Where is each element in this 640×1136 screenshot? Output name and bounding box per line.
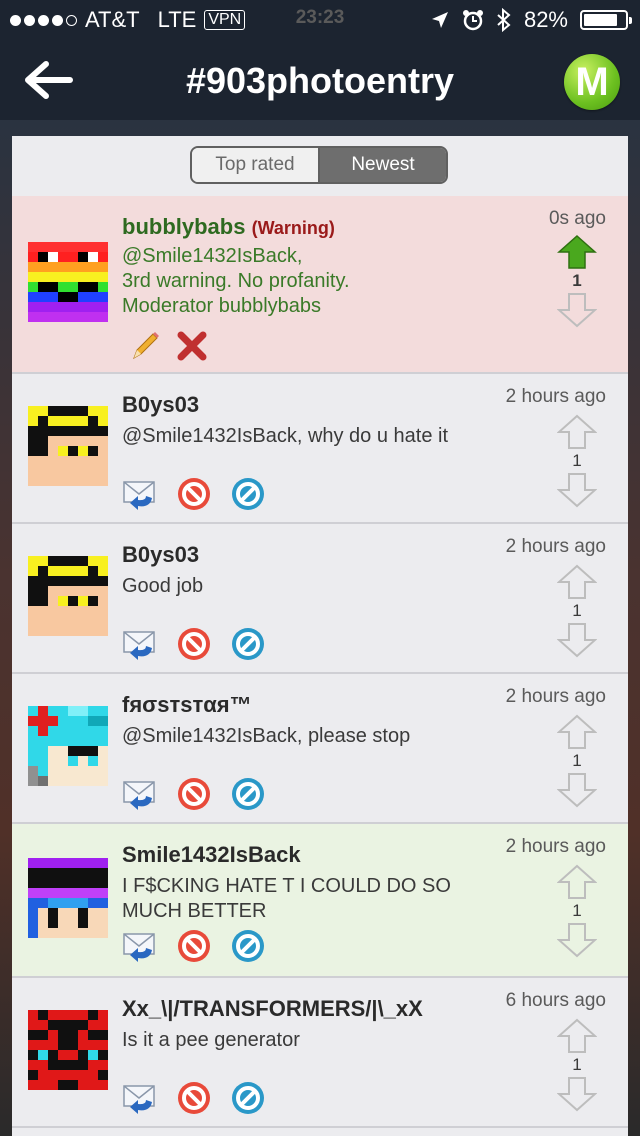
comment-username[interactable]: Xx_\|/TRANSFORMERS/|\_xX: [122, 996, 423, 1022]
page-title: #903photoentry: [185, 60, 455, 101]
comment-timestamp: 2 hours ago: [505, 386, 606, 407]
downvote-icon[interactable]: [556, 922, 598, 958]
report-icon[interactable]: [230, 626, 266, 662]
vote-control: 1: [556, 564, 598, 658]
comment-text: @Smile1432IsBack, 3rd warning. No profan…: [122, 245, 350, 317]
upvote-icon[interactable]: [556, 1018, 598, 1054]
tab-top-rated[interactable]: Top rated: [192, 148, 320, 182]
reply-icon[interactable]: [122, 626, 158, 662]
comment-item: Xx_\|/TRANSFORMERS/|\_xX Is it a pee gen…: [12, 978, 628, 1128]
reply-icon[interactable]: [122, 776, 158, 812]
comment-username[interactable]: Smile1432IsBack: [122, 842, 301, 868]
avatar[interactable]: [28, 858, 108, 938]
bluetooth-icon: [497, 8, 511, 32]
block-user-icon[interactable]: [176, 476, 212, 512]
upvote-icon[interactable]: [556, 864, 598, 900]
avatar[interactable]: [28, 406, 108, 486]
comment-item: Smile1432IsBack I F$CKING HATE T I COULD…: [12, 824, 628, 978]
reply-icon[interactable]: [122, 1080, 158, 1116]
comment-item: bubblybabs (Warning) @Smile1432IsBack, 3…: [12, 196, 628, 374]
avatar[interactable]: [28, 706, 108, 786]
downvote-icon[interactable]: [556, 292, 598, 328]
upvote-icon[interactable]: [556, 414, 598, 450]
app-logo-button[interactable]: M: [564, 54, 620, 110]
vote-count: 1: [572, 601, 582, 620]
comment-username[interactable]: fяσѕтѕтαя™: [122, 692, 252, 718]
comment-username[interactable]: B0ys03: [122, 392, 199, 418]
location-arrow-icon: [431, 12, 448, 28]
comment-item: fяσѕтѕтαя™ @Smile1432IsBack, please stop…: [12, 674, 628, 824]
comment-actions: [122, 476, 266, 512]
block-user-icon[interactable]: [176, 776, 212, 812]
comment-timestamp: 0s ago: [548, 208, 606, 229]
avatar[interactable]: [28, 1010, 108, 1090]
comment-timestamp: 2 hours ago: [505, 836, 606, 857]
block-user-icon[interactable]: [176, 1080, 212, 1116]
downvote-icon[interactable]: [556, 622, 598, 658]
report-icon[interactable]: [230, 928, 266, 964]
alarm-icon: [462, 10, 483, 31]
comment-actions: [122, 1080, 266, 1116]
comment-timestamp: 2 hours ago: [505, 536, 606, 557]
comment-text: Good job: [122, 575, 204, 597]
comment-username[interactable]: B0ys03: [122, 542, 199, 568]
battery-percent: 82%: [523, 7, 568, 32]
comment-timestamp: 2 hours ago: [505, 686, 606, 707]
comments-panel: Top rated Newest bubblybabs (Warning) @S…: [12, 136, 628, 1136]
comment-text: @Smile1432IsBack, why do u hate it: [122, 425, 449, 447]
battery-icon: [580, 10, 632, 30]
comment-username[interactable]: bubblybabs (Warning): [122, 214, 335, 240]
comment-actions: [122, 928, 266, 964]
vote-count: 1: [572, 451, 582, 470]
comment-item: B0ys03 @Smile1432IsBack, why do u hate i…: [12, 374, 628, 524]
comment-actions: [126, 328, 210, 364]
comment-text: Is it a pee generator: [122, 1029, 300, 1051]
report-icon[interactable]: [230, 1080, 266, 1116]
report-icon[interactable]: [230, 776, 266, 812]
vote-control: 1: [556, 1018, 598, 1112]
vote-control: 1: [556, 714, 598, 808]
downvote-icon[interactable]: [556, 1076, 598, 1112]
vote-count: 1: [572, 901, 582, 920]
sort-segmented-control: Top rated Newest: [190, 146, 448, 184]
tab-newest[interactable]: Newest: [320, 148, 446, 182]
comment-text: I F$CKING HATE T I COULD DO SO MUCH BETT…: [122, 875, 451, 922]
block-user-icon[interactable]: [176, 626, 212, 662]
reply-icon[interactable]: [122, 928, 158, 964]
vote-control: 1: [556, 234, 598, 328]
comment-actions: [122, 626, 266, 662]
comment-item: B0ys03 Good job 2 hours ago 1: [12, 524, 628, 674]
vote-control: 1: [556, 864, 598, 958]
upvote-icon[interactable]: [556, 234, 598, 270]
vote-count: 1: [572, 751, 582, 770]
edit-icon[interactable]: [126, 328, 162, 364]
avatar[interactable]: [28, 556, 108, 636]
block-user-icon[interactable]: [176, 928, 212, 964]
downvote-icon[interactable]: [556, 472, 598, 508]
warning-label: (Warning): [251, 218, 335, 238]
upvote-icon[interactable]: [556, 564, 598, 600]
avatar[interactable]: [28, 242, 108, 322]
vote-count: 1: [572, 1055, 582, 1074]
vote-count: 1: [572, 271, 582, 290]
upvote-icon[interactable]: [556, 714, 598, 750]
status-bar: AT&T LTE VPN 23:23 82%: [0, 0, 640, 40]
downvote-icon[interactable]: [556, 772, 598, 808]
delete-icon[interactable]: [174, 328, 210, 364]
comment-timestamp: 6 hours ago: [505, 990, 606, 1011]
reply-icon[interactable]: [122, 476, 158, 512]
comment-actions: [122, 776, 266, 812]
navigation-bar: #903photoentry M: [0, 40, 640, 120]
comment-text: @Smile1432IsBack, please stop: [122, 725, 411, 747]
vote-control: 1: [556, 414, 598, 508]
report-icon[interactable]: [230, 476, 266, 512]
